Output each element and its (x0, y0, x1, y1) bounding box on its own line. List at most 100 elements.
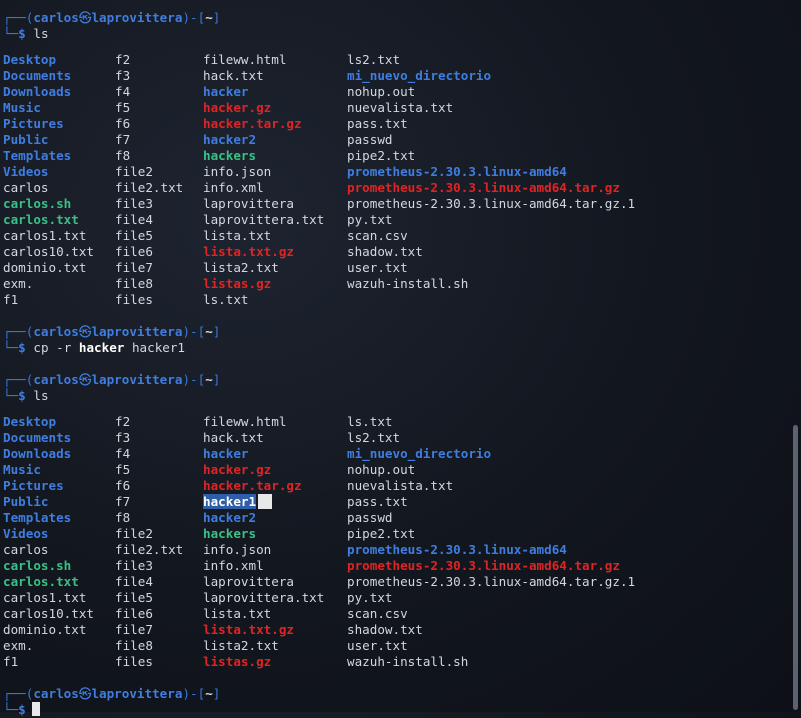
ls-entry: user.txt (347, 260, 408, 275)
terminal-output[interactable]: ┌──(carlos㉿laprovittera)-[~] └─$ ls Desk… (3, 0, 788, 718)
ls-entry: f3 (115, 68, 131, 83)
ls-entry: f1 (3, 292, 19, 307)
ls-entry: Pictures (3, 116, 64, 131)
ls-entry: lista.txt (203, 606, 272, 621)
ls-entry: hacker (203, 446, 249, 461)
ls-entry: files (115, 292, 153, 307)
ls-entry: f5 (115, 100, 131, 115)
ls-row: Pictures f6 hacker.tar.gz pass.txt (3, 116, 788, 132)
ls-entry: lista.txt (203, 228, 272, 243)
ls-entry: ls.txt (203, 292, 249, 307)
ls-entry: Templates (3, 510, 72, 525)
ls-entry: pass.txt (347, 116, 408, 131)
ls-row: dominio.txt file7 lista.txt.gz shadow.txt (3, 622, 788, 638)
prompt-user: carlos (33, 324, 79, 339)
ls-entry: nuevalista.txt (347, 478, 454, 493)
ls-row: carlos10.txt file6 lista.txt scan.csv (3, 606, 788, 622)
ls-entry: file4 (115, 574, 153, 589)
ls-entry: file8 (115, 276, 153, 291)
ls-row: Public f7 hacker1 pass.txt (3, 494, 788, 510)
selected-entry: hacker1 (203, 494, 257, 509)
ls-row: Music f5 hacker.gz nuevalista.txt (3, 100, 788, 116)
active-command-line[interactable]: └─$ (3, 702, 788, 718)
ls-entry: f2 (115, 414, 131, 429)
ls-entry: info.xml (203, 558, 264, 573)
command-text: ls (33, 388, 49, 403)
ls-row: carlos.sh file3 laprovittera prometheus-2.3… (3, 196, 788, 212)
prompt-dollar: $ (18, 702, 26, 717)
ls-entry: pass.txt (347, 494, 408, 509)
ls-output-2: Desktop f2 fileww.html ls.txt Documents f3 hac… (3, 414, 788, 670)
ls-entry: f5 (115, 462, 131, 477)
ls-entry: hacker.gz (203, 100, 272, 115)
ls-entry: wazuh-install.sh (347, 654, 469, 669)
prompt-bracket: ] (212, 686, 221, 701)
ls-entry: f6 (115, 116, 131, 131)
ls-entry: Videos (3, 526, 49, 541)
prompt-host: laprovittera (91, 372, 183, 387)
ls-entry: f3 (115, 430, 131, 445)
ls-entry: py.txt (347, 212, 393, 227)
prompt-dollar: $ (18, 340, 26, 355)
ls-entry: f7 (115, 494, 131, 509)
ls-entry: user.txt (347, 638, 408, 653)
prompt-host: laprovittera (91, 686, 183, 701)
ls-entry: scan.csv (347, 228, 408, 243)
prompt-line: ┌──(carlos㉿laprovittera)-[~] (3, 372, 788, 388)
ls-entry: scan.csv (347, 606, 408, 621)
ls-row: Templates f8 hackers pipe2.txt (3, 148, 788, 164)
ls-row: Music f5 hacker.gz nohup.out (3, 462, 788, 478)
ls-entry: prometheus-2.30.3.linux-amd64.tar.gz (347, 558, 620, 573)
ls-entry: Desktop (3, 414, 57, 429)
ls-entry: ls2.txt (347, 430, 401, 445)
ls-entry: listas.gz (203, 654, 272, 669)
ls-entry: laprovittera.txt (203, 212, 325, 227)
prompt-user: carlos (33, 372, 79, 387)
ls-entry: laprovittera (203, 574, 294, 589)
prompt-dollar: $ (18, 26, 26, 41)
prompt-corner: └─ (3, 702, 19, 717)
ls-entry: pipe2.txt (347, 148, 416, 163)
prompt-line: ┌──(carlos㉿laprovittera)-[~] (3, 10, 788, 26)
ls-entry: hackers (203, 148, 257, 163)
prompt-bracket: ┌──( (3, 372, 34, 387)
command-arg-source: hacker (78, 340, 125, 355)
ls-entry: file7 (115, 260, 153, 275)
ls-row: Pictures f6 hacker.tar.gz nuevalista.txt (3, 478, 788, 494)
command-arg-dest: hacker1 (124, 340, 186, 355)
ls-entry: f4 (115, 446, 131, 461)
prompt-at-symbol: ㉿ (78, 686, 92, 701)
ls-entry: mi_nuevo_directorio (347, 68, 492, 83)
prompt-bracket: )-[ (182, 10, 206, 25)
prompt-dir: ~ (205, 10, 213, 25)
ls-entry: carlos.sh (3, 558, 72, 573)
ls-entry: file6 (115, 244, 153, 259)
ls-entry: hacker.gz (203, 462, 272, 477)
ls-entry: file5 (115, 228, 153, 243)
prompt-host: laprovittera (91, 10, 183, 25)
ls-entry: info.json (203, 542, 272, 557)
ls-entry: hacker (203, 84, 249, 99)
ls-entry: hacker2 (203, 132, 257, 147)
prompt-bracket: )-[ (182, 372, 206, 387)
ls-entry: Documents (3, 430, 72, 445)
ls-entry: file2 (115, 526, 153, 541)
ls-entry: f8 (115, 510, 131, 525)
ls-entry: info.json (203, 164, 272, 179)
ls-entry: carlos10.txt (3, 244, 94, 259)
ls-row: Documents f3 hack.txt mi_nuevo_directorio (3, 68, 788, 84)
ls-entry: f2 (115, 52, 131, 67)
ls-entry: prometheus-2.30.3.linux-amd64.tar.gz.1 (347, 574, 636, 589)
ls-output-1: Desktop f2 fileww.html ls2.txt Documents f3 ha… (3, 52, 788, 308)
text-cursor[interactable] (31, 702, 40, 716)
ls-row: Documents f3 hack.txt ls2.txt (3, 430, 788, 446)
prompt-bracket: )-[ (182, 686, 206, 701)
ls-entry: file5 (115, 590, 153, 605)
ls-entry: f8 (115, 148, 131, 163)
scrollbar[interactable] (793, 425, 798, 710)
ls-entry: f4 (115, 84, 131, 99)
ls-row: Videos file2 hackers pipe2.txt (3, 526, 788, 542)
prompt-bracket: ┌──( (3, 10, 34, 25)
command-line: └─$ cp -r hacker hacker1 (3, 340, 788, 356)
prompt-line: ┌──(carlos㉿laprovittera)-[~] (3, 324, 788, 340)
